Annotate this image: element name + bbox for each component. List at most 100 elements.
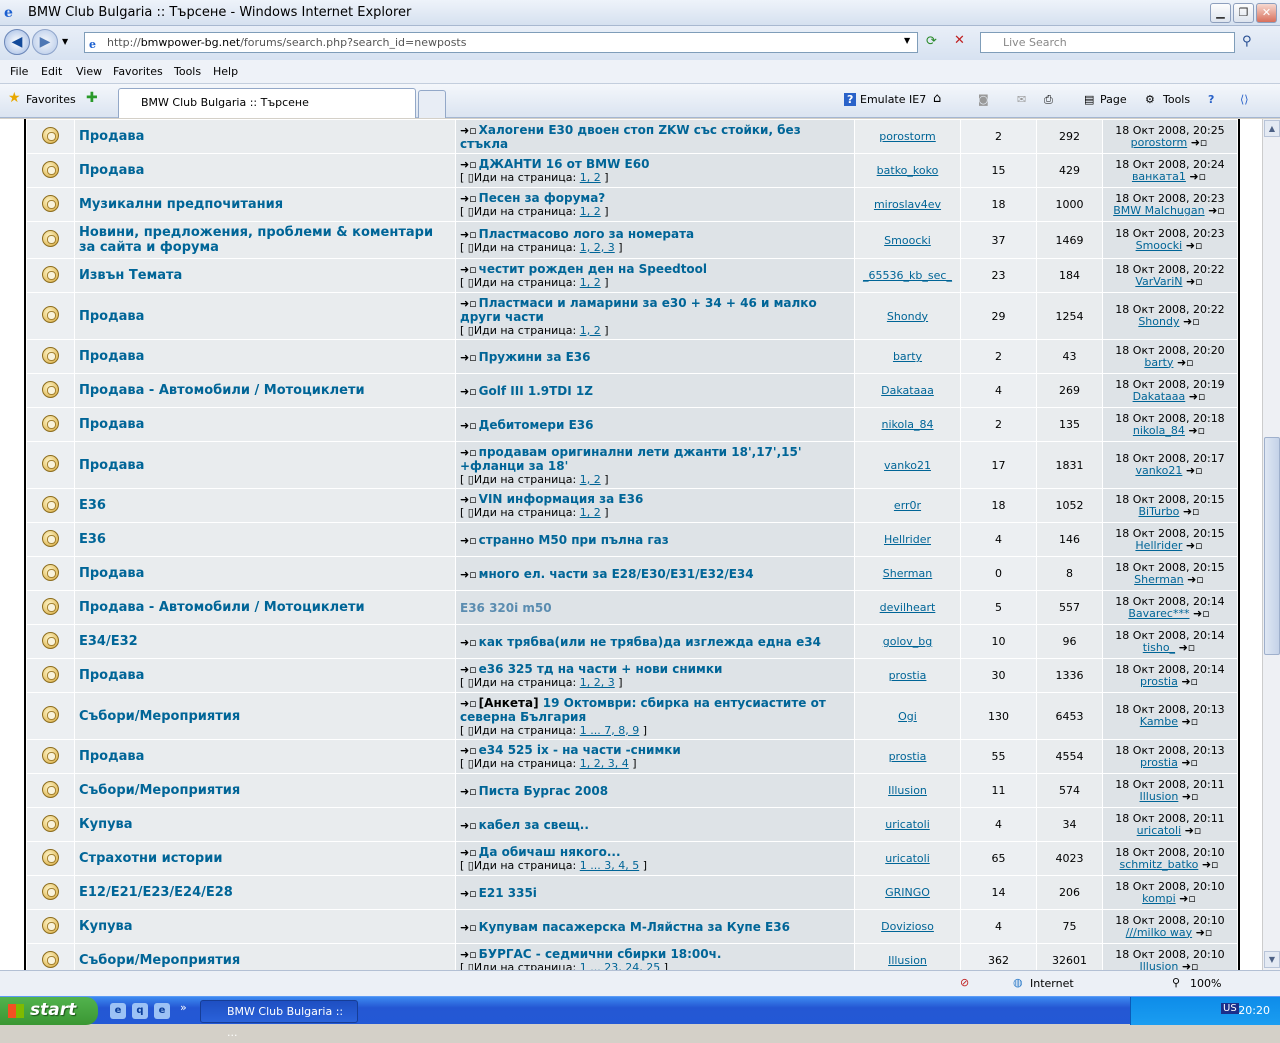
last-post-icon[interactable]: ➜▫ <box>1187 573 1204 586</box>
author-link[interactable]: uricatoli <box>885 818 930 831</box>
topic-link[interactable]: кабел за свещ.. <box>479 818 589 832</box>
author-link[interactable]: nikola_84 <box>881 418 933 431</box>
scroll-down-button[interactable]: ▼ <box>1264 951 1280 968</box>
author-link[interactable]: Illusion <box>888 784 927 797</box>
author-link[interactable]: Smoocki <box>884 234 931 247</box>
close-button[interactable]: ✕ <box>1256 3 1277 23</box>
vertical-scrollbar[interactable]: ▲ ▼ <box>1262 119 1280 970</box>
go-to-post-icon[interactable]: ➜▫ <box>460 568 477 581</box>
help-icon[interactable]: ? <box>1208 93 1214 106</box>
go-to-post-icon[interactable]: ➜▫ <box>460 534 477 547</box>
last-post-icon[interactable]: ➜▫ <box>1181 756 1198 769</box>
go-to-post-icon[interactable]: ➜▫ <box>460 636 477 649</box>
search-input[interactable]: Live Search <box>980 32 1235 53</box>
menu-edit[interactable]: Edit <box>41 65 62 78</box>
author-link[interactable]: golov_bg <box>883 635 932 648</box>
quicklaunch-ie-icon[interactable]: e <box>110 1003 126 1019</box>
forum-link[interactable]: Купува <box>79 817 133 832</box>
stop-icon[interactable]: ✕ <box>954 33 965 48</box>
forward-button[interactable]: ▶ <box>32 29 58 55</box>
forum-link[interactable]: Продава <box>79 458 144 473</box>
zoom-level[interactable]: 100% <box>1190 977 1221 990</box>
topic-link[interactable]: БУРГАС - седмични сбирки 18:00ч. <box>479 947 722 961</box>
menu-help[interactable]: Help <box>213 65 238 78</box>
last-post-user[interactable]: kompi <box>1142 892 1175 905</box>
page-links[interactable]: 1 ... 3, 4, 5 <box>580 859 639 872</box>
topic-link[interactable]: Пластмасово лого за номерата <box>479 227 694 241</box>
author-link[interactable]: Dovizioso <box>881 920 934 933</box>
author-link[interactable]: uricatoli <box>885 852 930 865</box>
forum-link[interactable]: E12/E21/E23/E24/E28 <box>79 885 233 900</box>
start-button[interactable]: start <box>0 997 98 1025</box>
forum-link[interactable]: E36 <box>79 532 106 547</box>
last-post-icon[interactable]: ➜▫ <box>1182 960 1199 970</box>
page-links[interactable]: 1, 2 <box>580 205 601 218</box>
author-link[interactable]: vanko21 <box>884 459 931 472</box>
forum-link[interactable]: E36 <box>79 498 106 513</box>
last-post-icon[interactable]: ➜▫ <box>1208 204 1225 217</box>
last-post-user[interactable]: uricatoli <box>1137 824 1182 837</box>
go-to-post-icon[interactable]: ➜▫ <box>460 697 477 710</box>
go-to-post-icon[interactable]: ➜▫ <box>460 124 477 137</box>
scroll-up-button[interactable]: ▲ <box>1264 120 1280 137</box>
forum-link[interactable]: Продава <box>79 349 144 364</box>
minimize-button[interactable]: ▁ <box>1210 3 1231 23</box>
search-icon[interactable]: ⚲ <box>1242 34 1252 49</box>
quicklaunch-more-icon[interactable]: » <box>180 1001 187 1014</box>
research-icon[interactable]: ⟨⟩ <box>1240 93 1249 106</box>
last-post-user[interactable]: porostorm <box>1131 136 1188 149</box>
forum-link[interactable]: Продава <box>79 129 144 144</box>
topic-link[interactable]: продавам оригинални лети джанти 18',17',… <box>460 445 802 473</box>
quicklaunch-app-icon[interactable]: q <box>132 1003 148 1019</box>
forum-link[interactable]: Събори/Мероприятия <box>79 709 240 724</box>
go-to-post-icon[interactable]: ➜▫ <box>460 228 477 241</box>
tools-menu-button[interactable]: Tools <box>1163 93 1190 106</box>
topic-link[interactable]: Golf III 1.9TDI 1Z <box>479 384 593 398</box>
last-post-user[interactable]: BiTurbo <box>1138 505 1179 518</box>
last-post-icon[interactable]: ➜▫ <box>1179 641 1196 654</box>
last-post-user[interactable]: prostia <box>1140 756 1178 769</box>
author-link[interactable]: prostia <box>889 750 927 763</box>
last-post-icon[interactable]: ➜▫ <box>1186 539 1203 552</box>
author-link[interactable]: Shondy <box>887 310 928 323</box>
forum-link[interactable]: Продава <box>79 668 144 683</box>
forum-link[interactable]: Събори/Мероприятия <box>79 953 240 968</box>
page-links[interactable]: 1, 2 <box>580 473 601 486</box>
home-icon[interactable]: ⌂ <box>933 91 941 106</box>
author-link[interactable]: Dakataaa <box>881 384 934 397</box>
menu-favorites[interactable]: Favorites <box>113 65 163 78</box>
forum-link[interactable]: Продава <box>79 417 144 432</box>
back-button[interactable]: ◀ <box>4 29 30 55</box>
page-links[interactable]: 1 ... 7, 8, 9 <box>580 724 639 737</box>
add-favorite-icon[interactable]: ✚ <box>86 90 98 106</box>
last-post-icon[interactable]: ➜▫ <box>1191 136 1208 149</box>
author-link[interactable]: Ogi <box>898 710 917 723</box>
last-post-icon[interactable]: ➜▫ <box>1189 390 1206 403</box>
author-link[interactable]: prostia <box>889 669 927 682</box>
author-link[interactable]: miroslav4ev <box>874 198 941 211</box>
forum-link[interactable]: Купува <box>79 919 133 934</box>
topic-link[interactable]: ДЖАНТИ 16 от BMW E60 <box>479 157 650 171</box>
last-post-icon[interactable]: ➜▫ <box>1182 790 1199 803</box>
go-to-post-icon[interactable]: ➜▫ <box>460 921 477 934</box>
address-dropdown-icon[interactable]: ▼ <box>904 36 910 45</box>
author-link[interactable]: devilheart <box>880 601 936 614</box>
go-to-post-icon[interactable]: ➜▫ <box>460 887 477 900</box>
last-post-user[interactable]: Dakataaa <box>1133 390 1186 403</box>
go-to-post-icon[interactable]: ➜▫ <box>460 493 477 506</box>
last-post-icon[interactable]: ➜▫ <box>1186 464 1203 477</box>
topic-link[interactable]: e34 525 ix - на части -снимки <box>479 743 681 757</box>
topic-link[interactable]: E21 335i <box>479 886 537 900</box>
page-links[interactable]: 1, 2, 3 <box>580 676 615 689</box>
last-post-user[interactable]: Hellrider <box>1135 539 1182 552</box>
topic-link[interactable]: Писта Бургас 2008 <box>479 784 608 798</box>
last-post-icon[interactable]: ➜▫ <box>1196 926 1213 939</box>
forum-link[interactable]: Музикални предпочитания <box>79 197 283 212</box>
favorites-button[interactable]: Favorites <box>26 93 76 106</box>
topic-link[interactable]: Дебитомери E36 <box>479 418 594 432</box>
topic-link[interactable]: много ел. части за E28/E30/E31/E32/E34 <box>479 567 754 581</box>
forum-link[interactable]: Продава <box>79 163 144 178</box>
forum-link[interactable]: Събори/Мероприятия <box>79 783 240 798</box>
refresh-icon[interactable]: ⟳ <box>926 34 937 49</box>
forum-link[interactable]: Продава <box>79 566 144 581</box>
